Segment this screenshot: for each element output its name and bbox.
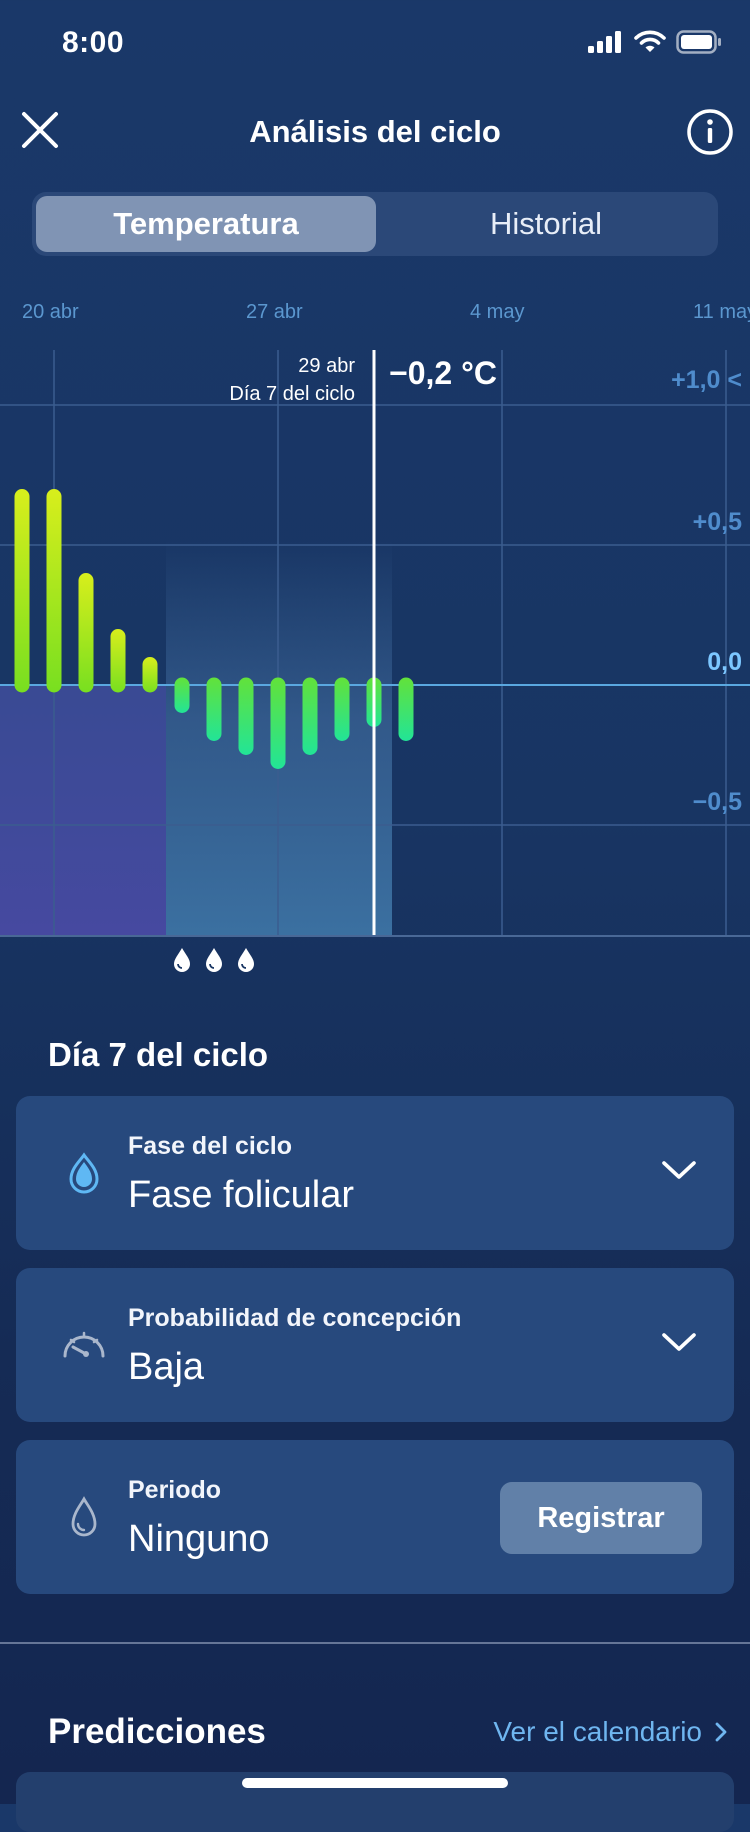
- card-label: Periodo: [128, 1476, 222, 1504]
- y-tick-label: +1,0 <: [671, 366, 742, 394]
- selected-cycle-day: Día 7 del ciclo: [229, 383, 355, 405]
- temperature-bar[interactable]: [302, 677, 318, 756]
- gauge-icon: [63, 1331, 105, 1358]
- chevron-right-icon: [715, 1722, 727, 1742]
- date-label: 27 abr: [246, 301, 303, 323]
- selected-date: 29 abr: [298, 355, 355, 377]
- battery-icon: [676, 30, 721, 54]
- drop-outline-icon: [71, 1496, 97, 1537]
- cycle-day-title: Día 7 del ciclo: [48, 1036, 269, 1073]
- chevron-down-icon[interactable]: [660, 1156, 698, 1184]
- section-divider: [0, 1642, 750, 1644]
- period-phase-band: [0, 685, 166, 935]
- period-card: Periodo Ninguno Registrar: [16, 1440, 734, 1594]
- view-calendar-label: Ver el calendario: [493, 1716, 702, 1747]
- temperature-bar[interactable]: [238, 677, 254, 756]
- card-label: Fase del ciclo: [128, 1132, 292, 1160]
- temperature-bar[interactable]: [206, 677, 222, 742]
- card-value: Baja: [128, 1346, 205, 1388]
- date-label: 4 may: [470, 301, 524, 323]
- predictions-title: Predicciones: [48, 1712, 266, 1751]
- temperature-bar[interactable]: [270, 677, 286, 770]
- y-tick-label: 0,0: [707, 648, 742, 676]
- card-value: Ninguno: [128, 1518, 270, 1560]
- selected-value: −0,2 °C: [389, 355, 497, 391]
- temperature-bar[interactable]: [110, 629, 126, 693]
- conception-probability-card[interactable]: Probabilidad de concepción Baja: [16, 1268, 734, 1422]
- y-overflow-marker: <: [727, 366, 742, 394]
- drop-filled-icon: [69, 1152, 99, 1194]
- card-value: Fase folicular: [128, 1174, 354, 1216]
- status-icons: [588, 30, 722, 54]
- temperature-bar[interactable]: [174, 677, 190, 714]
- temperature-bar[interactable]: [334, 677, 350, 742]
- status-time: 8:00: [62, 26, 125, 59]
- card-label: Probabilidad de concepción: [128, 1304, 462, 1332]
- temperature-bar[interactable]: [46, 489, 62, 693]
- cycle-phase-card[interactable]: Fase del ciclo Fase folicular: [16, 1096, 734, 1250]
- wifi-icon: [634, 30, 666, 52]
- info-icon[interactable]: [686, 108, 734, 156]
- temperature-bar[interactable]: [78, 573, 94, 693]
- temperature-chart[interactable]: 20 abr 27 abr 4 may 11 may +1,0 < +0,5 0…: [0, 285, 750, 990]
- signal-icon: [588, 31, 621, 53]
- view-calendar-link[interactable]: Ver el calendario: [493, 1716, 728, 1748]
- y-tick-label: +0,5: [693, 508, 742, 536]
- temperature-bar[interactable]: [14, 489, 30, 693]
- page-title: Análisis del ciclo: [249, 114, 501, 149]
- tab-historial[interactable]: Historial: [378, 196, 714, 252]
- record-period-button[interactable]: Registrar: [500, 1482, 702, 1554]
- tab-temperatura[interactable]: Temperatura: [36, 196, 376, 252]
- chevron-down-icon[interactable]: [660, 1328, 698, 1356]
- temperature-bar[interactable]: [398, 677, 414, 742]
- home-indicator: [242, 1778, 508, 1788]
- view-segmented-control: Temperatura Historial: [32, 192, 718, 256]
- date-label: 11 may: [693, 301, 750, 323]
- y-tick-label: −0,5: [693, 788, 742, 816]
- date-label: 20 abr: [22, 301, 79, 323]
- temperature-bar[interactable]: [142, 657, 158, 693]
